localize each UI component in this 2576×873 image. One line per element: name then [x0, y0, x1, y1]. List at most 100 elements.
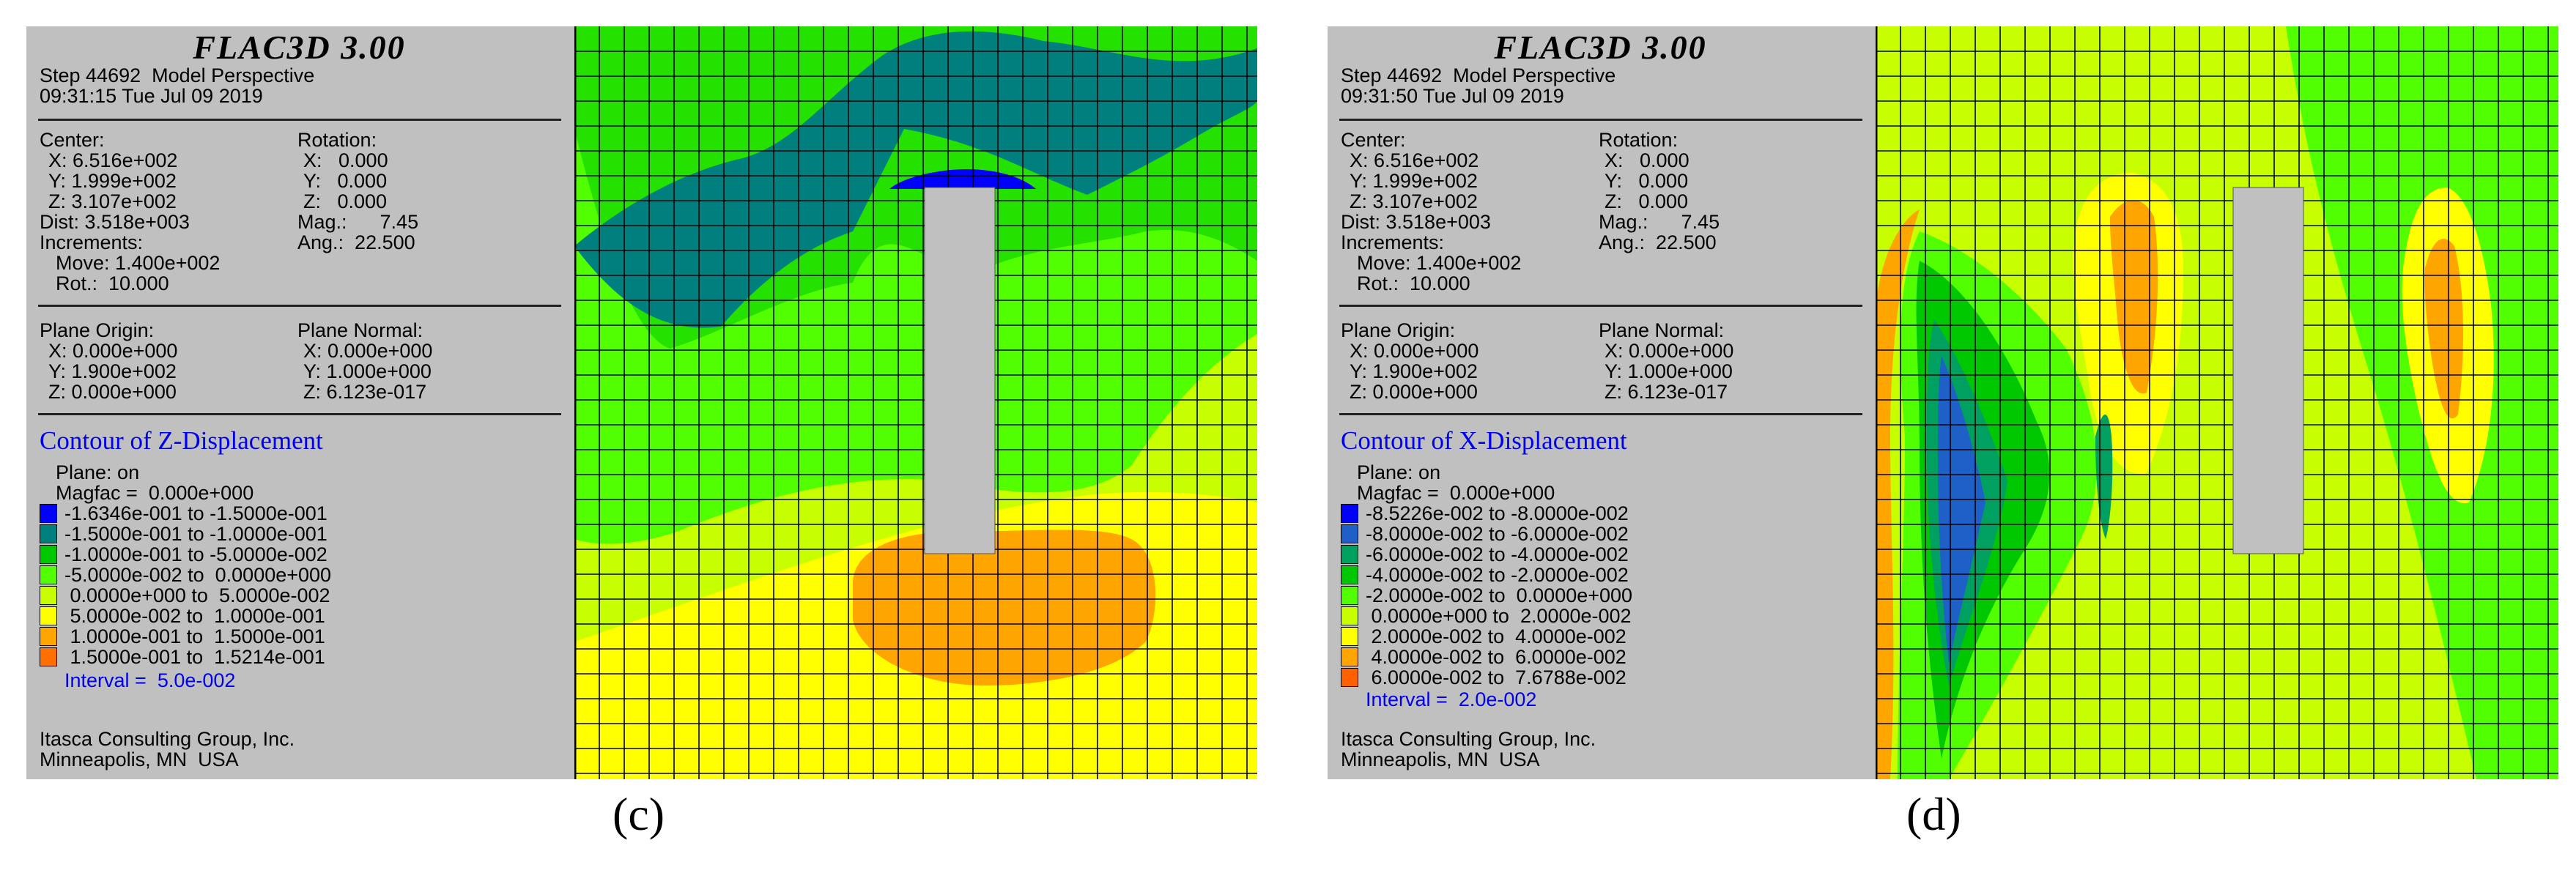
separator [1339, 119, 1862, 121]
legend-swatch [1341, 586, 1358, 605]
time-line: 09:31:50 Tue Jul 09 2019 [1341, 85, 1564, 107]
contour-plot [574, 26, 1257, 779]
center-label: Center: [40, 129, 105, 151]
rot: Rot.: 10.000 [1357, 272, 1470, 294]
plane-on: Plane: on [1357, 461, 1441, 483]
plane-origin-label: Plane Origin: [40, 319, 155, 341]
rotation-y: Y: 0.000 [303, 170, 388, 192]
pile [924, 187, 996, 554]
center-x: X: 6.516e+002 [48, 149, 178, 171]
legend-label: -5.0000e-002 to 0.0000e+000 [64, 564, 332, 586]
legend-swatch [1341, 627, 1358, 646]
contour-plot-svg [574, 26, 1257, 779]
mag: Mag.: 7.45 [297, 211, 419, 233]
plane-origin-z: Z: 0.000e+000 [1350, 381, 1478, 403]
figure-d: FLAC3D 3.00 Step 44692 Model Perspective… [1328, 26, 2558, 779]
ang: Ang.: 22.500 [297, 231, 415, 253]
contour-title: Contour of X-Displacement [1341, 426, 1627, 455]
legend-swatch [1341, 504, 1358, 523]
contour-plot [1876, 26, 2558, 779]
separator [1339, 305, 1862, 307]
center-z: Z: 3.107e+002 [1350, 190, 1478, 212]
legend-label: 0.0000e+000 to 2.0000e-002 [1366, 605, 1632, 627]
separator [38, 413, 561, 415]
legend-label: -1.5000e-001 to -1.0000e-001 [64, 523, 327, 545]
company: Itasca Consulting Group, Inc. [1341, 728, 1596, 750]
legend-label: 1.5000e-001 to 1.5214e-001 [64, 646, 325, 668]
step-line: Step 44692 Model Perspective [1341, 64, 1616, 86]
increments-label: Increments: [1341, 231, 1445, 253]
plane-origin-y: Y: 1.900e+002 [48, 360, 177, 382]
legend-label: -1.6346e-001 to -1.5000e-001 [64, 502, 327, 524]
location: Minneapolis, MN USA [40, 748, 239, 770]
plane-normal-y: Y: 1.000e+000 [303, 360, 432, 382]
mag: Mag.: 7.45 [1599, 211, 1720, 233]
magfac: Magfac = 0.000e+000 [56, 482, 254, 504]
legend-swatch [40, 504, 57, 523]
increments-label: Increments: [40, 231, 144, 253]
info-panel: FLAC3D 3.00 Step 44692 Model Perspective… [1328, 26, 1873, 779]
plane-normal-z: Z: 6.123e-017 [303, 381, 427, 403]
legend-label: 5.0000e-002 to 1.0000e-001 [64, 605, 325, 627]
separator [1339, 413, 1862, 415]
legend-swatch [1341, 545, 1358, 564]
legend-swatch [1341, 524, 1358, 543]
legend-swatch [40, 545, 57, 564]
plane-normal-x: X: 0.000e+000 [1605, 340, 1734, 362]
legend-swatch [1341, 668, 1358, 687]
legend-label: 4.0000e-002 to 6.0000e-002 [1366, 646, 1626, 668]
step-line: Step 44692 Model Perspective [40, 64, 315, 86]
plane-origin-x: X: 0.000e+000 [48, 340, 178, 362]
legend-swatch [40, 647, 57, 666]
plane-normal-x: X: 0.000e+000 [303, 340, 433, 362]
legend-label: -2.0000e-002 to 0.0000e+000 [1366, 584, 1633, 606]
magfac: Magfac = 0.000e+000 [1357, 482, 1555, 504]
company: Itasca Consulting Group, Inc. [40, 728, 295, 750]
contour-plot-svg [1876, 26, 2558, 779]
plane-origin-x: X: 0.000e+000 [1350, 340, 1479, 362]
info-panel: FLAC3D 3.00 Step 44692 Model Perspective… [26, 26, 572, 779]
location: Minneapolis, MN USA [1341, 748, 1540, 770]
plane-origin-y: Y: 1.900e+002 [1350, 360, 1478, 382]
center-y: Y: 1.999e+002 [48, 170, 177, 192]
legend-swatch [40, 565, 57, 584]
plane-normal-label: Plane Normal: [1599, 319, 1725, 341]
legend-label: -6.0000e-002 to -4.0000e-002 [1366, 543, 1629, 565]
plane-origin-label: Plane Origin: [1341, 319, 1456, 341]
caption-d: (d) [1906, 788, 1961, 840]
legend-swatch [40, 606, 57, 625]
app-title: FLAC3D 3.00 [193, 29, 406, 66]
center-y: Y: 1.999e+002 [1350, 170, 1478, 192]
pile [2232, 187, 2304, 554]
plane-normal-z: Z: 6.123e-017 [1605, 381, 1728, 403]
ang: Ang.: 22.500 [1599, 231, 1717, 253]
rotation-label: Rotation: [297, 129, 377, 151]
legend-label: -1.0000e-001 to -5.0000e-002 [64, 543, 327, 565]
legend-label: -4.0000e-002 to -2.0000e-002 [1366, 564, 1629, 586]
legend-label: 6.0000e-002 to 7.6788e-002 [1366, 666, 1626, 688]
dist: Dist: 3.518e+003 [40, 211, 190, 233]
plane-normal-y: Y: 1.000e+000 [1605, 360, 1733, 382]
legend-swatch [1341, 647, 1358, 666]
legend-label: 2.0000e-002 to 4.0000e-002 [1366, 625, 1626, 647]
rotation-z: Z: 0.000 [1605, 190, 1689, 212]
app-title: FLAC3D 3.00 [1494, 29, 1707, 66]
rot: Rot.: 10.000 [56, 272, 169, 294]
move: Move: 1.400e+002 [1357, 252, 1522, 274]
caption-c: (c) [612, 788, 665, 840]
interval: Interval = 2.0e-002 [1366, 688, 1537, 710]
figure-c: FLAC3D 3.00 Step 44692 Model Perspective… [26, 26, 1257, 779]
center-label: Center: [1341, 129, 1406, 151]
time-line: 09:31:15 Tue Jul 09 2019 [40, 85, 263, 107]
legend-label: 0.0000e+000 to 5.0000e-002 [64, 584, 330, 606]
interval: Interval = 5.0e-002 [64, 669, 236, 691]
legend-label: 1.0000e-001 to 1.5000e-001 [64, 625, 325, 647]
rotation-x: X: 0.000 [303, 149, 388, 171]
center-x: X: 6.516e+002 [1350, 149, 1479, 171]
center-z: Z: 3.107e+002 [48, 190, 177, 212]
legend-swatch [40, 524, 57, 543]
legend-swatch [1341, 565, 1358, 584]
legend-label: -8.0000e-002 to -6.0000e-002 [1366, 523, 1629, 545]
legend-swatch [1341, 606, 1358, 625]
move: Move: 1.400e+002 [56, 252, 221, 274]
